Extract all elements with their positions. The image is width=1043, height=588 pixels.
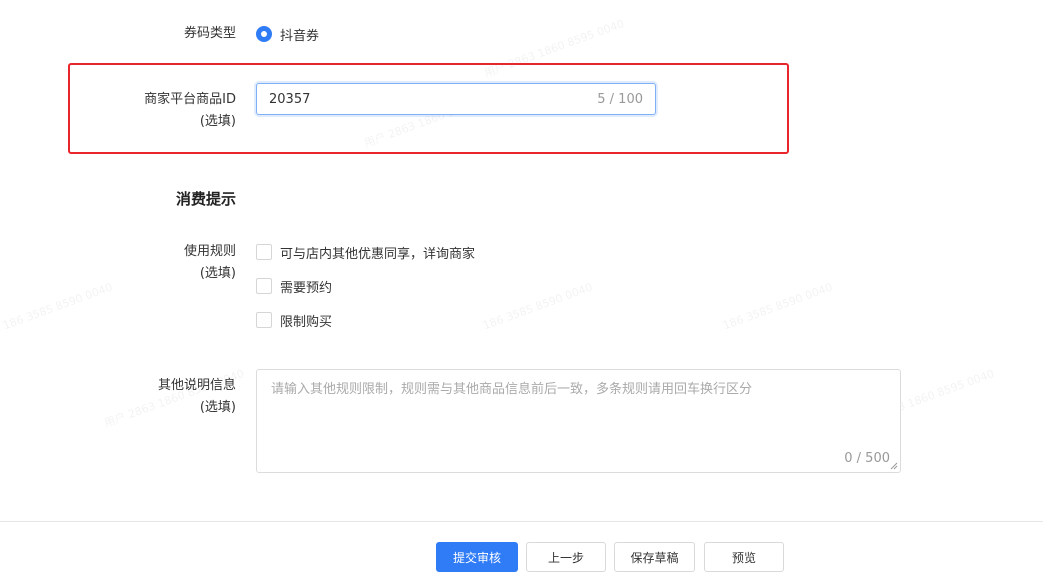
char-counter: 5 / 100 [597, 91, 643, 107]
radio-selected-icon[interactable] [256, 26, 272, 42]
checkbox-label: 限制购买 [280, 314, 333, 330]
coupon-type-radio[interactable]: 抖音券 [256, 24, 319, 44]
submit-review-button[interactable]: 提交审核 [436, 542, 518, 572]
char-counter: 0 / 500 [844, 451, 890, 466]
other-info-textarea[interactable]: 请输入其他规则限制，规则需与其他商品信息前后一致，多条规则请用回车换行区分 0 … [256, 369, 901, 473]
checkbox-icon[interactable] [256, 278, 272, 294]
checkbox-label: 需要预约 [280, 280, 333, 296]
coupon-type-label: 券码类型 [183, 26, 236, 41]
preview-button[interactable]: 预览 [704, 542, 784, 572]
rule-checkbox-purchase-limit[interactable]: 限制购买 [256, 310, 332, 330]
product-id-value[interactable]: 20357 [269, 92, 597, 107]
product-id-input[interactable]: 20357 5 / 100 [256, 83, 656, 115]
other-info-label: 其他说明信息 (选填) [0, 375, 236, 419]
previous-step-button[interactable]: 上一步 [526, 542, 606, 572]
radio-label: 抖音券 [280, 28, 320, 44]
product-id-label: 商家平台商品ID (选填) [0, 89, 236, 133]
watermark: 186 3585 8590 0040 [481, 280, 595, 333]
rule-checkbox-reservation[interactable]: 需要预约 [256, 276, 332, 296]
usage-rules-label: 使用规则 (选填) [0, 241, 236, 285]
watermark: 186 3585 8590 0040 [1, 280, 115, 333]
textarea-placeholder: 请输入其他规则限制，规则需与其他商品信息前后一致，多条规则请用回车换行区分 [271, 382, 753, 397]
optional-hint: (选填) [199, 266, 236, 281]
form-page: 用户 2863 1860 8595 0040 用户 2863 1860 8595… [0, 0, 1043, 588]
resize-grip-icon[interactable] [890, 462, 898, 470]
watermark: 186 3585 8590 0040 [721, 280, 835, 333]
rule-checkbox-share-discount[interactable]: 可与店内其他优惠同享，详询商家 [256, 242, 475, 262]
footer-divider [0, 521, 1043, 522]
save-draft-button[interactable]: 保存草稿 [614, 542, 695, 572]
section-title: 消费提示 [175, 190, 236, 208]
checkbox-icon[interactable] [256, 244, 272, 260]
checkbox-label: 可与店内其他优惠同享，详询商家 [280, 246, 476, 262]
optional-hint: (选填) [199, 400, 236, 415]
checkbox-icon[interactable] [256, 312, 272, 328]
optional-hint: (选填) [199, 114, 236, 129]
